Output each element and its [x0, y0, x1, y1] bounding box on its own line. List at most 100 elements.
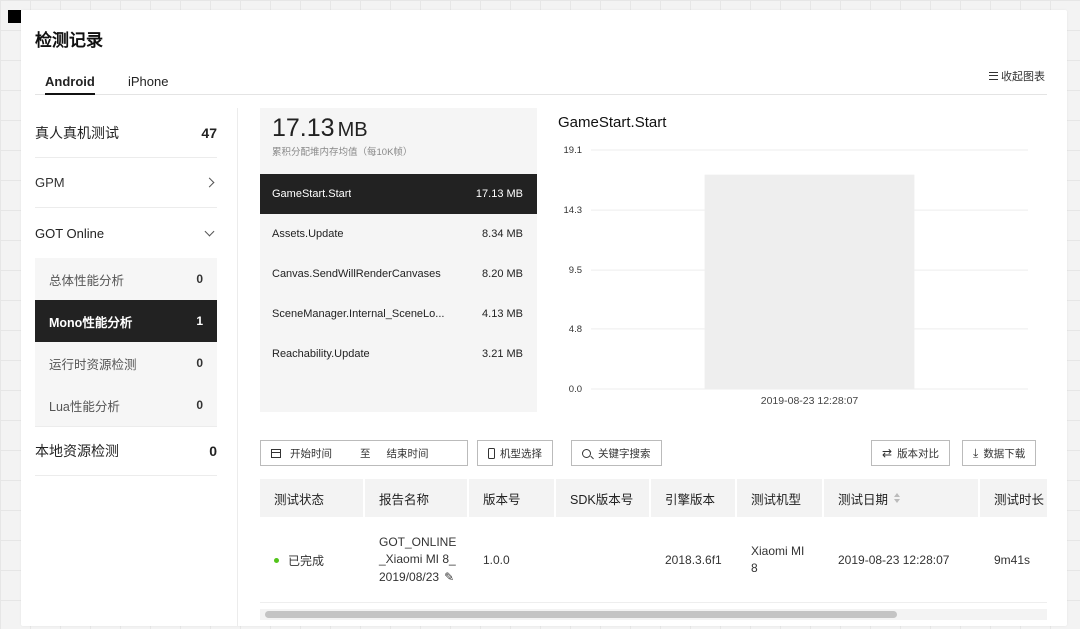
end-date-input[interactable]: 结束时间	[387, 446, 429, 461]
download-icon: ⤓	[973, 446, 979, 460]
date-range-picker[interactable]: 开始时间 至 结束时间	[260, 440, 468, 466]
sidebar-item-got-online[interactable]: GOT Online	[35, 208, 217, 258]
horizontal-scrollbar[interactable]	[260, 609, 1047, 620]
function-name: GameStart.Start	[272, 188, 352, 200]
column-header-duration: 测试时长	[980, 479, 1047, 517]
submenu-item-label: Mono性能分析	[49, 315, 133, 330]
column-header-device[interactable]: 测试机型	[737, 479, 824, 517]
cell-engine-version: 2018.3.6f1	[665, 553, 722, 567]
table-header: 测试状态 报告名称 版本号 SDK版本号 引擎版本 测试机型 测试日期 测试时长	[260, 479, 1047, 517]
column-header-sdk-version: SDK版本号	[556, 479, 651, 517]
start-date-input[interactable]: 开始时间	[290, 446, 332, 461]
count-badge: 0	[196, 272, 203, 286]
cell-version: 1.0.0	[483, 553, 510, 567]
model-select-button[interactable]: 机型选择	[477, 440, 553, 466]
keyword-search-button[interactable]: 关键字搜索	[571, 440, 662, 466]
y-tick-label: 14.3	[564, 205, 583, 216]
platform-tabs: Android iPhone	[35, 72, 1047, 95]
y-tick-label: 4.8	[569, 324, 582, 335]
sidebar-item-local-resource[interactable]: 本地资源检测 0	[35, 426, 217, 476]
column-header-date[interactable]: 测试日期	[824, 479, 980, 517]
function-name: Reachability.Update	[272, 348, 370, 360]
summary-panel: 17.13 MB 累积分配堆内存均值（每10K帧） GameStart.Start…	[260, 108, 537, 412]
test-records-panel: 检测记录 Android iPhone 收起图表 真人真机测试 47 GPM G…	[21, 10, 1067, 626]
cell-sdk-version	[556, 517, 651, 603]
cell-device: Xiaomi MI 8	[751, 543, 805, 576]
report-name-text: GOT_ONLINE_Xiaomi MI 8_2019/08/23 ✎	[379, 534, 459, 587]
filter-bar: 开始时间 至 结束时间 机型选择 关键字搜索 ⇄ 版本对比 ⤓ 数据下载	[260, 440, 1047, 466]
sidebar-item-label: GOT Online	[35, 225, 105, 241]
search-icon	[582, 448, 591, 458]
collapse-chart-button[interactable]: 收起图表	[989, 68, 1045, 84]
function-row[interactable]: GameStart.Start 17.13 MB	[260, 174, 537, 214]
tab-iphone[interactable]: iPhone	[128, 74, 168, 89]
edit-icon[interactable]: ✎	[444, 569, 454, 587]
tab-android[interactable]: Android	[45, 74, 95, 95]
page-title: 检测记录	[35, 31, 103, 50]
submenu-item-lua-performance[interactable]: Lua性能分析 0	[35, 384, 217, 426]
submenu-item-label: Lua性能分析	[49, 399, 120, 414]
column-header-label: 测试机型	[751, 492, 802, 507]
corner-marker	[8, 10, 21, 23]
submenu-item-label: 运行时资源检测	[49, 357, 137, 372]
phone-icon	[488, 447, 495, 459]
x-tick-label: 2019-08-23 12:28:07	[761, 395, 859, 407]
submenu-item-mono-performance[interactable]: Mono性能分析 1	[35, 300, 217, 342]
summary-value: 17.13 MB	[272, 114, 368, 143]
function-row[interactable]: SceneManager.Internal_SceneLo... 4.13 MB	[260, 294, 537, 334]
sidebar-item-gpm[interactable]: GPM	[35, 158, 217, 208]
status-text: 已完成	[288, 553, 325, 568]
function-name: Canvas.SendWillRenderCanvases	[272, 268, 441, 280]
calendar-icon	[271, 448, 281, 458]
summary-unit: MB	[337, 119, 368, 141]
table-row[interactable]: 已完成 GOT_ONLINE_Xiaomi MI 8_2019/08/23 ✎ 1…	[260, 517, 1047, 603]
count-badge: 0	[209, 443, 217, 459]
sidebar-item-label: 真人真机测试	[35, 124, 119, 141]
submenu-item-overall-performance[interactable]: 总体性能分析 0	[35, 258, 217, 300]
function-row[interactable]: Reachability.Update 3.21 MB	[260, 334, 537, 374]
memory-bar-chart: 0.0 4.8 9.5 14.3 19.1 2019-08-23 12:28:07	[564, 145, 1028, 407]
chevron-down-icon	[204, 226, 215, 236]
submenu-item-label: 总体性能分析	[49, 273, 125, 288]
data-download-label: 数据下载	[983, 447, 1026, 460]
data-download-button[interactable]: ⤓ 数据下载	[962, 440, 1037, 466]
collapse-chart-label: 收起图表	[1001, 71, 1045, 83]
column-header-label: 测试日期	[838, 492, 889, 507]
function-list: GameStart.Start 17.13 MB Assets.Update 8…	[260, 174, 537, 374]
chart-title: GameStart.Start	[558, 114, 667, 131]
column-header-report-name: 报告名称	[365, 479, 469, 517]
count-badge: 0	[196, 356, 203, 370]
cell-report-name[interactable]: GOT_ONLINE_Xiaomi MI 8_2019/08/23 ✎	[365, 517, 469, 603]
column-header-status: 测试状态	[260, 479, 365, 517]
column-header-version: 版本号	[469, 479, 556, 517]
version-compare-button[interactable]: ⇄ 版本对比	[871, 440, 951, 466]
keyword-search-label: 关键字搜索	[598, 447, 651, 460]
function-value: 8.20 MB	[482, 268, 523, 280]
version-compare-label: 版本对比	[897, 447, 940, 460]
function-value: 17.13 MB	[475, 188, 523, 200]
function-value: 4.13 MB	[482, 308, 523, 320]
function-value: 3.21 MB	[482, 348, 523, 360]
submenu-item-runtime-resource[interactable]: 运行时资源检测 0	[35, 342, 217, 384]
y-tick-label: 9.5	[569, 265, 582, 276]
column-header-engine-version: 引擎版本	[651, 479, 737, 517]
cell-duration: 9m41s	[994, 553, 1031, 567]
sidebar-item-label: GPM	[35, 175, 65, 190]
sidebar-item-real-device-test[interactable]: 真人真机测试 47	[35, 108, 217, 158]
scrollbar-thumb[interactable]	[265, 611, 897, 618]
count-badge: 47	[201, 124, 217, 141]
y-tick-label: 0.0	[569, 384, 582, 395]
function-row[interactable]: Canvas.SendWillRenderCanvases 8.20 MB	[260, 254, 537, 294]
y-tick-label: 19.1	[564, 145, 583, 156]
sidebar-divider	[237, 108, 238, 626]
function-name: SceneManager.Internal_SceneLo...	[272, 308, 445, 320]
cell-date: 2019-08-23 12:28:07	[838, 553, 950, 567]
model-select-label: 机型选择	[500, 447, 542, 460]
sidebar: 真人真机测试 47 GPM GOT Online 总体性能分析 0 Mono性能…	[35, 108, 217, 476]
function-row[interactable]: Assets.Update 8.34 MB	[260, 214, 537, 254]
swap-icon: ⇄	[882, 446, 893, 460]
count-badge: 0	[196, 398, 203, 412]
got-online-submenu: 总体性能分析 0 Mono性能分析 1 运行时资源检测 0 Lua性能分析 0	[35, 258, 217, 426]
summary-number: 17.13	[272, 114, 335, 142]
chevron-right-icon	[204, 177, 215, 188]
